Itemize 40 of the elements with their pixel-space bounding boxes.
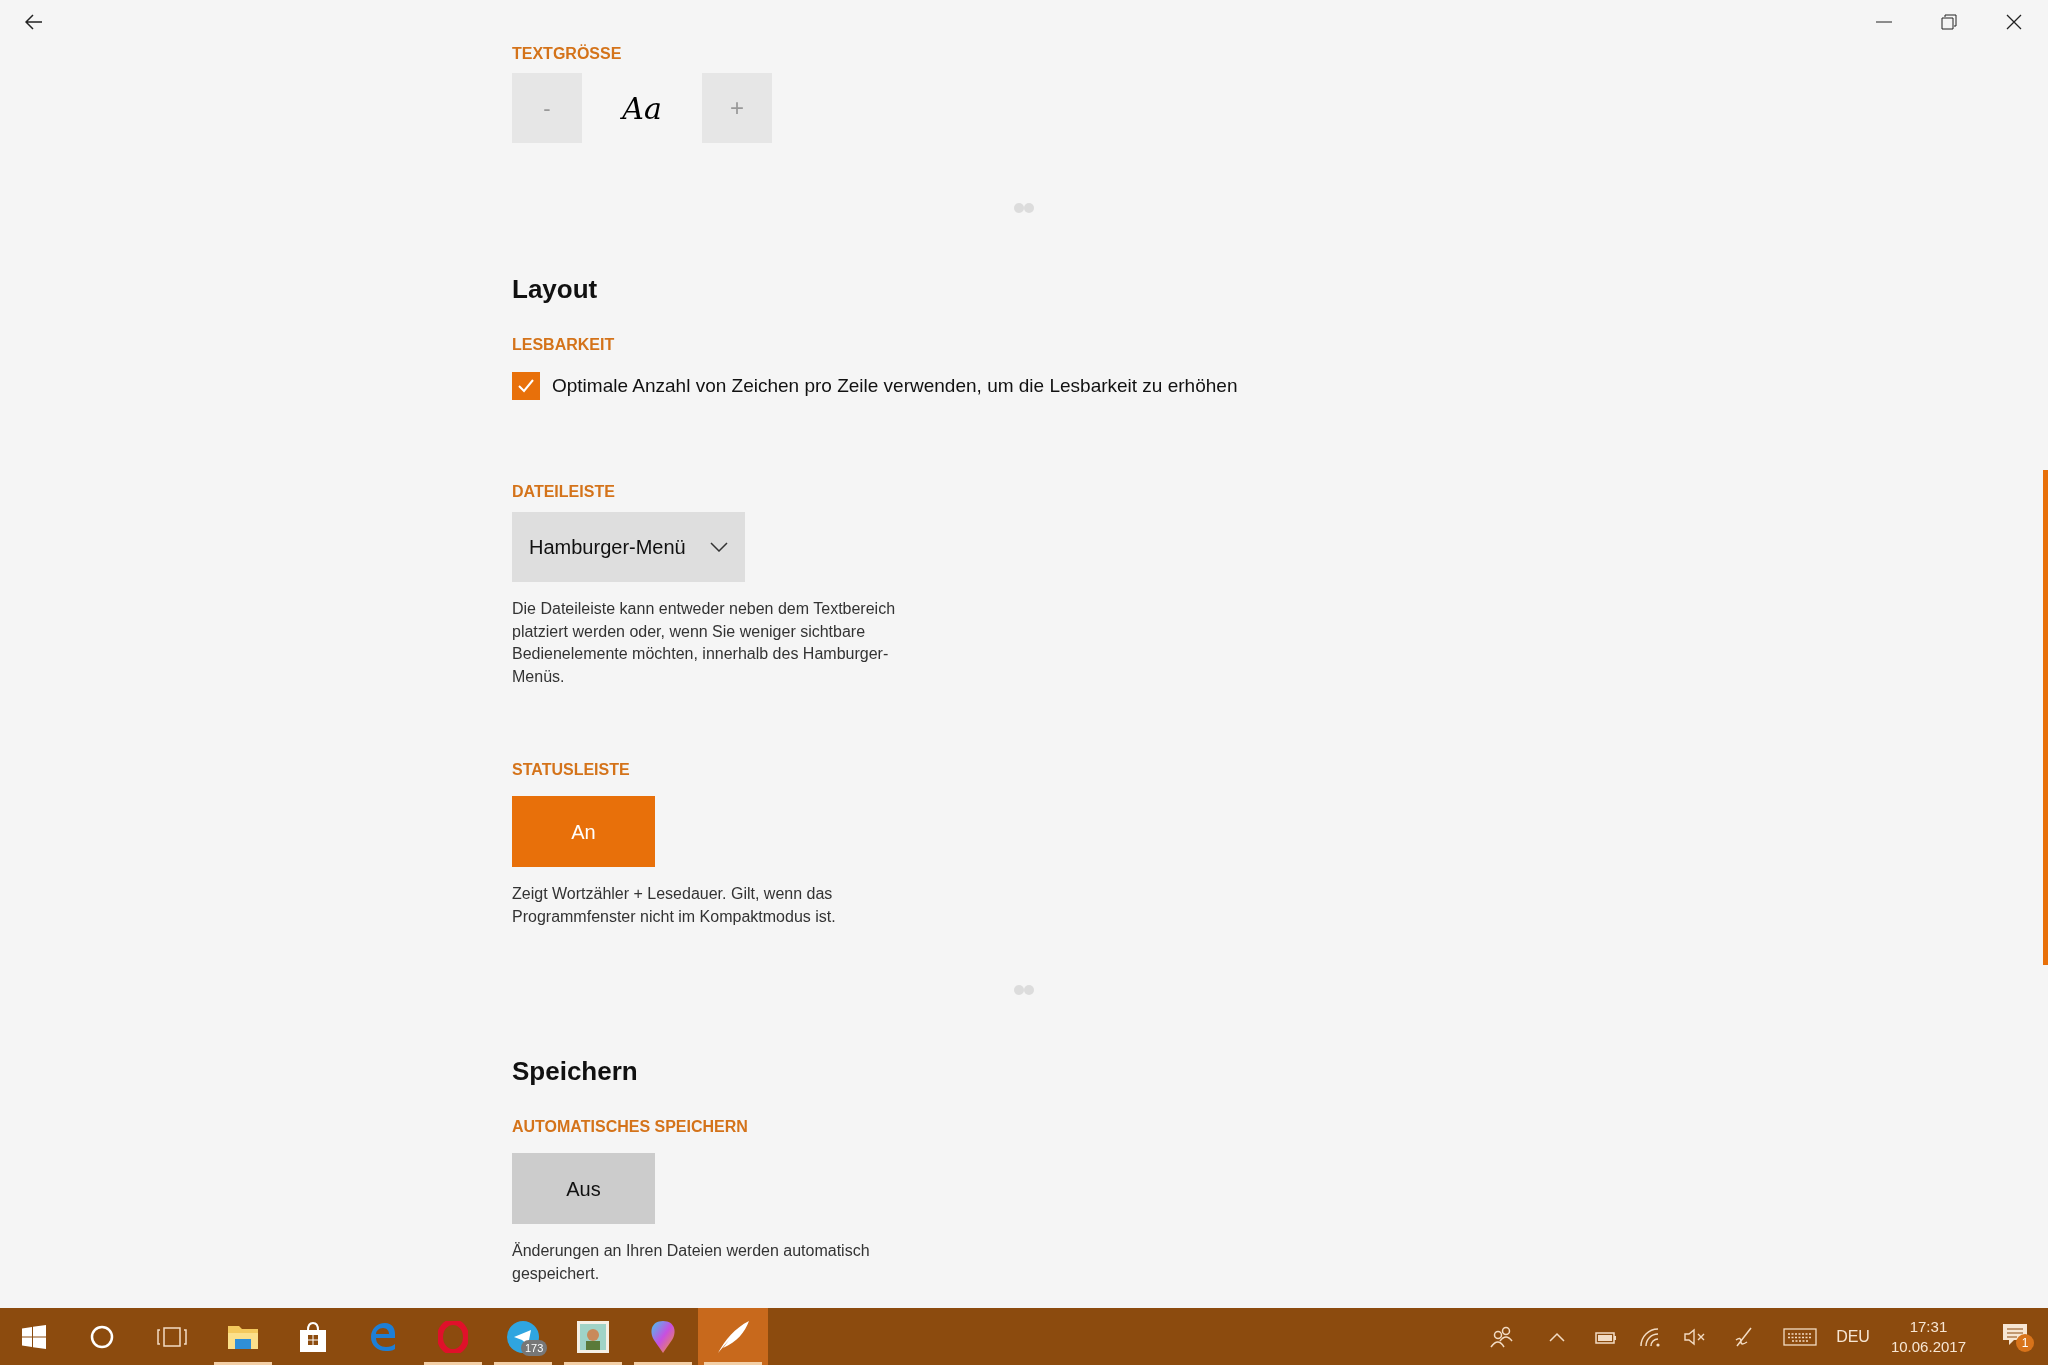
people-icon[interactable] — [1490, 1325, 1515, 1348]
wifi-icon[interactable] — [1639, 1326, 1662, 1347]
letter-e-icon — [368, 1321, 398, 1352]
caret-up-icon[interactable] — [1549, 1331, 1566, 1342]
chevron-down-icon — [710, 542, 728, 552]
close-icon[interactable] — [2006, 14, 2022, 30]
setting-label: DATEILEISTE — [512, 482, 615, 502]
setting-label: STATUSLEISTE — [512, 760, 630, 780]
clock[interactable]: 17:31 10.06.2017 — [1890, 1316, 1966, 1357]
back-arrow-icon[interactable] — [25, 14, 43, 30]
shopping-bag-icon — [298, 1320, 328, 1353]
picture-icon — [577, 1320, 609, 1353]
ring-icon — [438, 1320, 468, 1353]
section-heading: Layout — [512, 273, 598, 305]
section-divider — [1012, 985, 1036, 995]
setting-label: AUTOMATISCHES SPEICHERN — [512, 1117, 748, 1137]
task-view-icon[interactable] — [156, 1325, 188, 1348]
restore-icon[interactable] — [1941, 14, 1957, 30]
unread-count-badge: 173 — [521, 1340, 548, 1356]
font-sample: Aa — [619, 89, 663, 128]
toggle-button[interactable]: Aus — [512, 1153, 655, 1224]
scrollbar-thumb[interactable] — [2043, 470, 2048, 965]
circle-icon[interactable] — [90, 1324, 114, 1349]
windows-logo-icon[interactable] — [22, 1324, 46, 1349]
language-indicator[interactable]: DEU — [1836, 1324, 1870, 1349]
setting-description: Zeigt Wortzähler + Lesedauer. Gilt, wenn das Programmfenster nicht im Kompaktmodus ist. — [512, 884, 837, 927]
setting-label: LESBARKEIT — [512, 335, 615, 355]
pen-icon[interactable] — [1733, 1325, 1754, 1348]
checkbox-label: Optimale Anzahl von Zeichen pro Zeile verwenden, um die Lesbarkeit zu erhöhen — [552, 373, 1238, 398]
section-heading: Speichern — [512, 1055, 638, 1087]
taskbar-app[interactable]: 173 — [488, 1308, 558, 1365]
setting-label: TEXTGRÖSSE — [512, 44, 622, 64]
setting-description: Änderungen an Ihren Dateien werden automatisch gespeichert. — [512, 1241, 871, 1284]
dropdown[interactable]: Hamburger-Menü — [512, 512, 745, 582]
taskbar-app[interactable] — [698, 1308, 768, 1365]
keyboard-icon[interactable] — [1783, 1327, 1818, 1346]
checkbox[interactable] — [512, 372, 540, 400]
section-divider — [1012, 203, 1036, 213]
setting-description: Die Dateileiste kann entweder neben dem Textbereich platziert werden oder, wenn Sie weniger sichtbare Bedienelemente möchten, innerhalb des Hamburger-Menüs. — [512, 599, 897, 687]
toggle-button[interactable]: An — [512, 796, 655, 867]
